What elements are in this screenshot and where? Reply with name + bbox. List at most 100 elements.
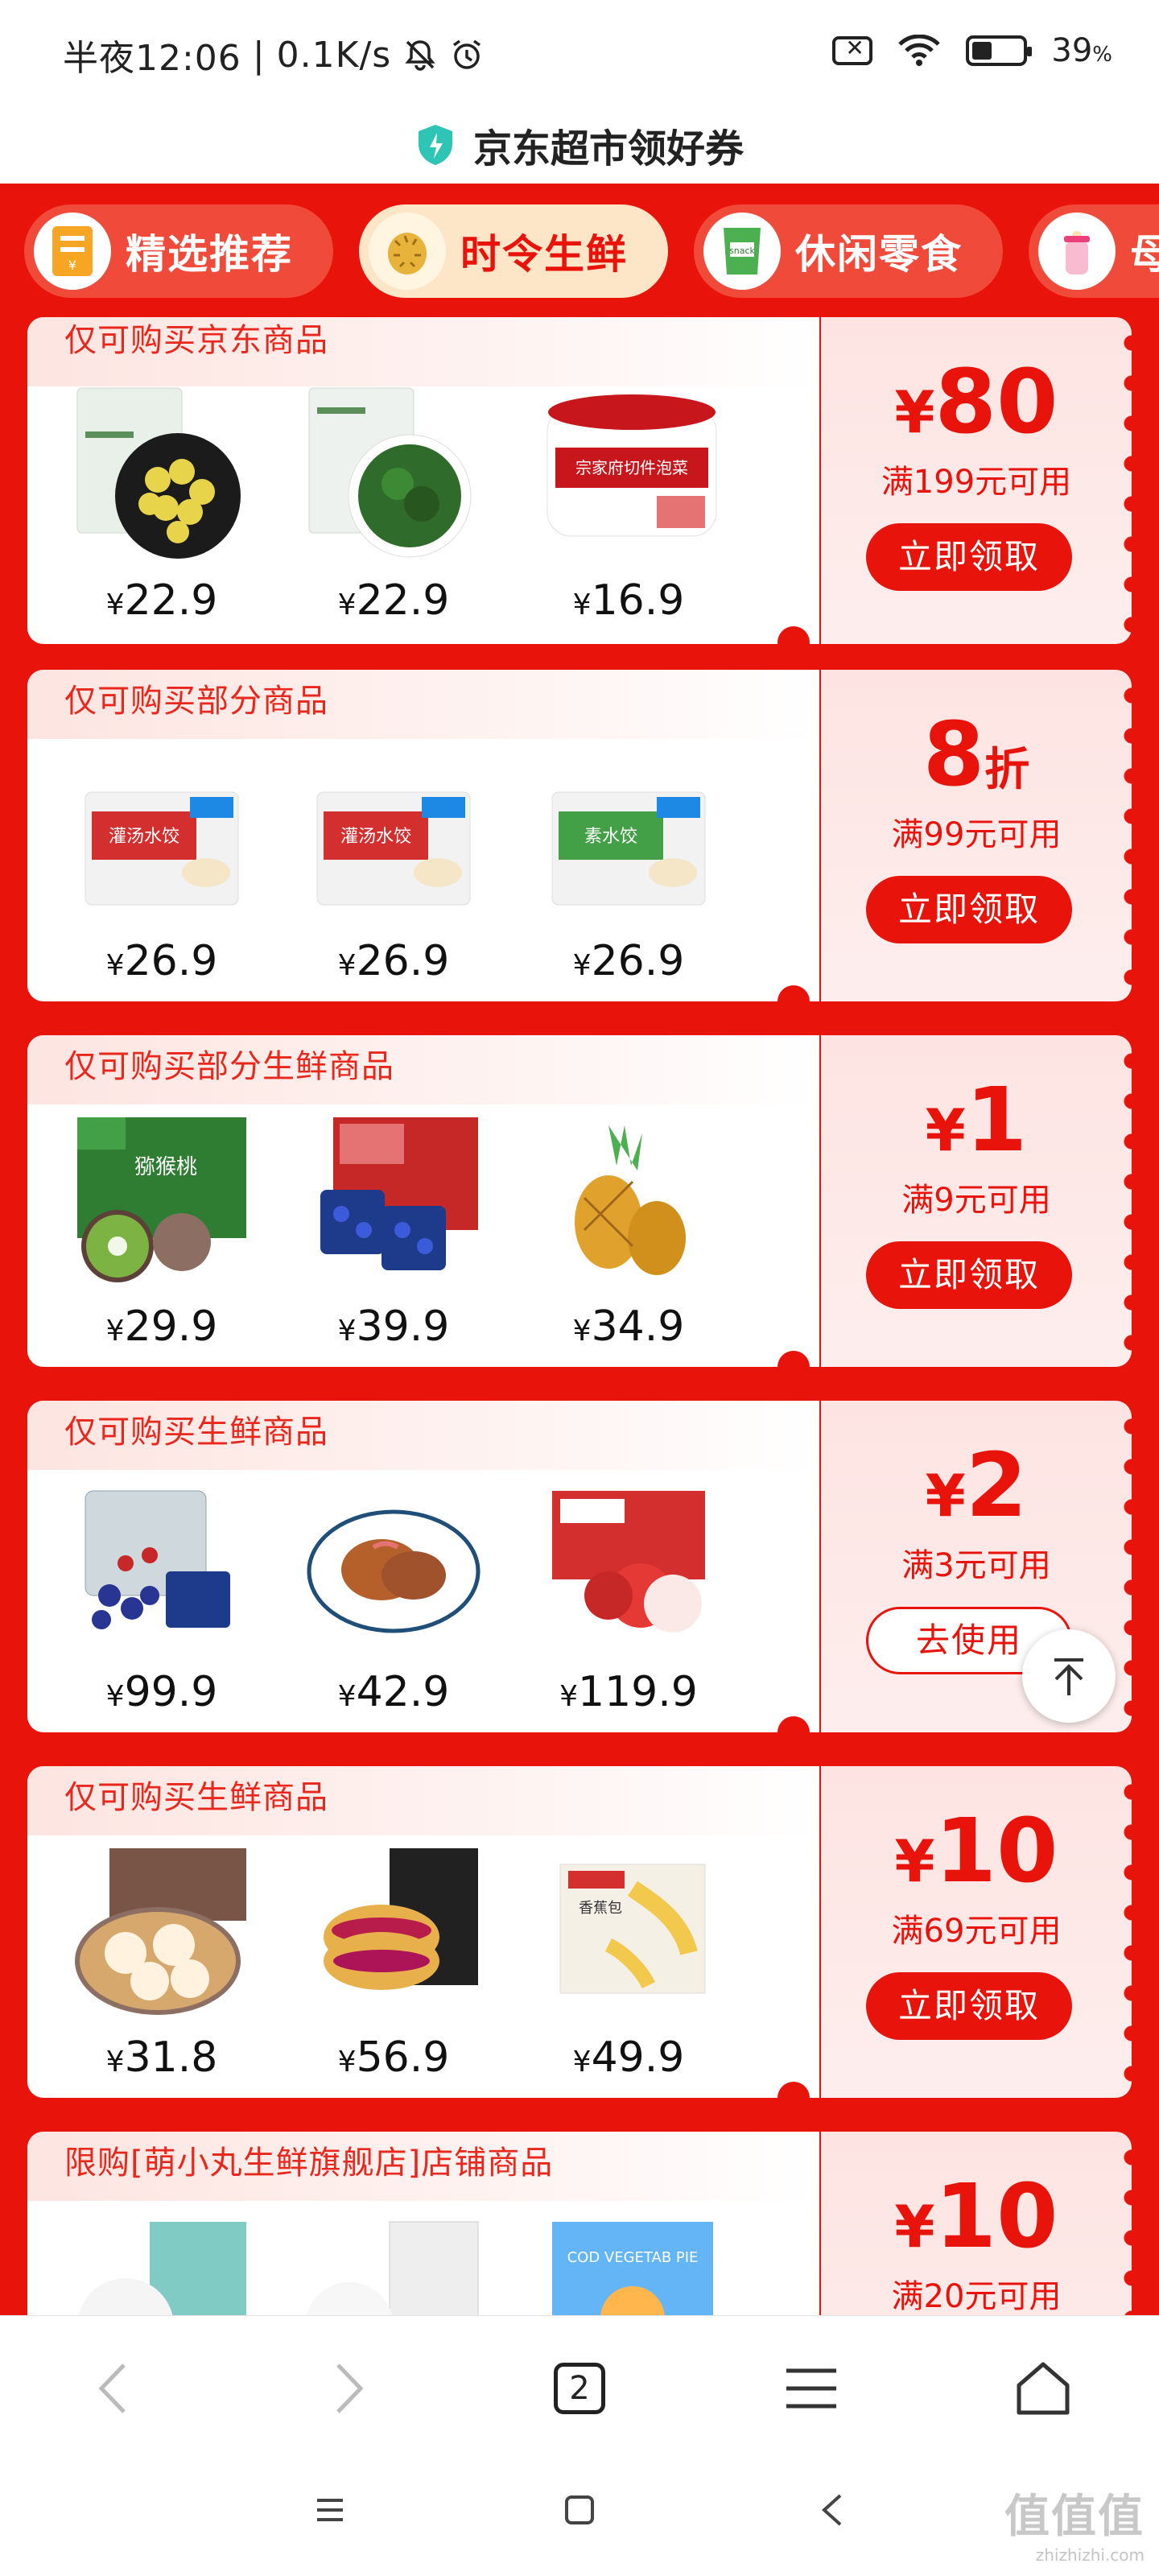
- coupon-notch: [777, 626, 810, 658]
- product-item[interactable]: 素水饺 ¥26.9: [528, 744, 729, 993]
- product-item[interactable]: ¥56.9: [293, 1840, 494, 2090]
- tab-mother-baby-label: 母: [1130, 231, 1159, 278]
- product-price: ¥99.9: [105, 1668, 218, 1716]
- tab-seasonal-fresh[interactable]: 时令生鲜: [359, 204, 668, 298]
- coupon-notch: [777, 1716, 810, 1748]
- claim-coupon-button[interactable]: 立即领取: [866, 1241, 1072, 1309]
- snack-bag-icon: snack: [724, 228, 761, 275]
- coupon-amount: ¥2: [925, 1434, 1028, 1537]
- product-item[interactable]: ¥99.9: [61, 1475, 262, 1724]
- product-item[interactable]: 宗家府切件泡菜 ¥16.9: [528, 383, 729, 633]
- product-item[interactable]: ¥39.9: [293, 1109, 494, 1359]
- back-button[interactable]: [72, 2348, 153, 2429]
- svg-text:香蕉包: 香蕉包: [579, 1900, 622, 1917]
- product-item[interactable]: 灌汤水饺 ¥26.9: [293, 744, 494, 993]
- product-item[interactable]: ¥34.9: [528, 1109, 729, 1359]
- coupon-value-panel: 8折 满99元可用 立即领取: [821, 670, 1141, 1001]
- tabs-button[interactable]: 2: [539, 2348, 620, 2429]
- coupon-value-panel: ¥10 满20元可用: [821, 2132, 1132, 2315]
- product-price: ¥34.9: [572, 1302, 685, 1351]
- product-item[interactable]: ¥22.9: [61, 383, 262, 633]
- battery-percent: 39%: [1051, 32, 1112, 69]
- product-item[interactable]: COD VEGETAB PIE: [528, 2206, 729, 2315]
- product-price: ¥26.9: [337, 937, 450, 985]
- chevron-left-icon: [98, 2363, 126, 2413]
- system-home-button[interactable]: [563, 2494, 596, 2529]
- tab-snacks[interactable]: snack 休闲零食: [694, 204, 1003, 298]
- status-separator: |: [252, 34, 266, 76]
- tab-count-badge: 2: [554, 2363, 605, 2414]
- coupon-value-panel: ¥80 满199元可用 立即领取: [821, 317, 1141, 644]
- product-image: [320, 1117, 478, 1270]
- durian-icon: [388, 233, 427, 275]
- no-sim-icon: [832, 35, 873, 65]
- coupon-notch: [777, 1351, 810, 1383]
- product-price: ¥119.9: [559, 1668, 698, 1716]
- tab-seasonal-thumb: [369, 213, 446, 290]
- forward-button[interactable]: [309, 2348, 390, 2429]
- product-image: 香蕉包: [559, 1864, 706, 1994]
- coupon-condition: 满99元可用: [891, 816, 1062, 853]
- product-item[interactable]: 香蕉包 ¥49.9: [528, 1840, 729, 2090]
- svg-text:素水饺: 素水饺: [584, 827, 637, 847]
- system-navigation-bar: 值值值 zhizhizhi.com: [0, 2452, 1159, 2576]
- square-home-icon: [565, 2496, 594, 2524]
- product-price: ¥56.9: [337, 2033, 450, 2082]
- product-item[interactable]: [61, 2206, 262, 2315]
- product-item[interactable]: ¥119.9: [528, 1475, 729, 1724]
- status-bar: 半夜12:06 | 0.1K/s 39%: [0, 0, 1159, 105]
- triangle-back-icon: [822, 2494, 842, 2526]
- watermark-url: zhizhizhi.com: [1035, 2545, 1145, 2565]
- coupon-amount: ¥10: [894, 1799, 1058, 1902]
- product-price: ¥39.9: [337, 1302, 450, 1351]
- product-item[interactable]: ¥22.9: [293, 383, 494, 633]
- product-price: ¥42.9: [337, 1668, 450, 1716]
- coupon-value-panel: ¥1 满9元可用 立即领取: [821, 1035, 1141, 1367]
- svg-text:灌汤水饺: 灌汤水饺: [340, 827, 411, 847]
- system-back-button[interactable]: [818, 2492, 847, 2531]
- product-image: [324, 1848, 478, 1990]
- product-image: [78, 2222, 246, 2315]
- coupon-amount: ¥80: [894, 350, 1058, 453]
- product-item[interactable]: 灌汤水饺 ¥26.9: [61, 744, 262, 993]
- coupon-card: 仅可购买京东商品 ¥22.9 ¥22.9 宗家府切件泡菜 ¥16.9 ¥80 满…: [27, 317, 1141, 644]
- status-network-speed: 0.1K/s: [276, 34, 392, 76]
- tab-mother-baby[interactable]: 母: [1029, 204, 1159, 298]
- recent-apps-button[interactable]: [314, 2496, 346, 2528]
- product-image: [575, 1125, 686, 1275]
- product-image: 素水饺: [551, 791, 706, 906]
- tab-mother-baby-thumb: [1038, 213, 1116, 290]
- coupon-condition: 满20元可用: [891, 2278, 1062, 2315]
- product-item[interactable]: 猕猴桃 ¥29.9: [61, 1109, 262, 1359]
- product-image: [306, 2221, 479, 2315]
- product-item[interactable]: [293, 2206, 494, 2315]
- claim-coupon-button[interactable]: 立即领取: [866, 876, 1072, 943]
- watermark-logo: 值值值: [1004, 2491, 1145, 2543]
- coupon-amount: ¥1: [925, 1068, 1028, 1171]
- coupon-card: 仅可购买部分生鲜商品 猕猴桃 ¥29.9 ¥39.9 ¥34.9 ¥1 满9元可…: [27, 1035, 1141, 1367]
- product-image: 灌汤水饺: [85, 791, 239, 906]
- back-to-top-button[interactable]: [1022, 1629, 1116, 1723]
- product-price: ¥26.9: [572, 937, 685, 985]
- tab-featured-label: 精选推荐: [126, 231, 293, 278]
- product-image: 宗家府切件泡菜: [547, 394, 717, 537]
- svg-text:¥: ¥: [68, 258, 76, 273]
- menu-button[interactable]: [771, 2348, 852, 2429]
- home-button[interactable]: [1003, 2348, 1083, 2429]
- coupon-products: 仅可购买生鲜商品 ¥99.9 ¥42.9 ¥119.9: [27, 1401, 819, 1732]
- hamburger-menu-icon: [786, 2368, 836, 2409]
- tab-snacks-label: 休闲零食: [795, 231, 963, 278]
- claim-coupon-button[interactable]: 立即领取: [866, 1972, 1072, 2040]
- wifi-icon: [898, 35, 941, 66]
- claim-coupon-button[interactable]: 立即领取: [866, 523, 1072, 591]
- product-item[interactable]: ¥42.9: [293, 1475, 494, 1724]
- browser-toolbar: 2: [0, 2315, 1159, 2453]
- product-price: ¥26.9: [105, 937, 218, 985]
- coupon-amount: ¥10: [894, 2165, 1058, 2268]
- product-item[interactable]: ¥31.8: [61, 1840, 262, 2090]
- tab-featured[interactable]: ¥ 精选推荐: [24, 204, 333, 298]
- product-price: ¥31.8: [105, 2033, 218, 2082]
- svg-text:COD VEGETAB PIE: COD VEGETAB PIE: [567, 2249, 699, 2266]
- coupon-notch: [777, 985, 810, 1018]
- coupon-products: 仅可购买部分生鲜商品 猕猴桃 ¥29.9 ¥39.9 ¥34.9: [27, 1035, 819, 1367]
